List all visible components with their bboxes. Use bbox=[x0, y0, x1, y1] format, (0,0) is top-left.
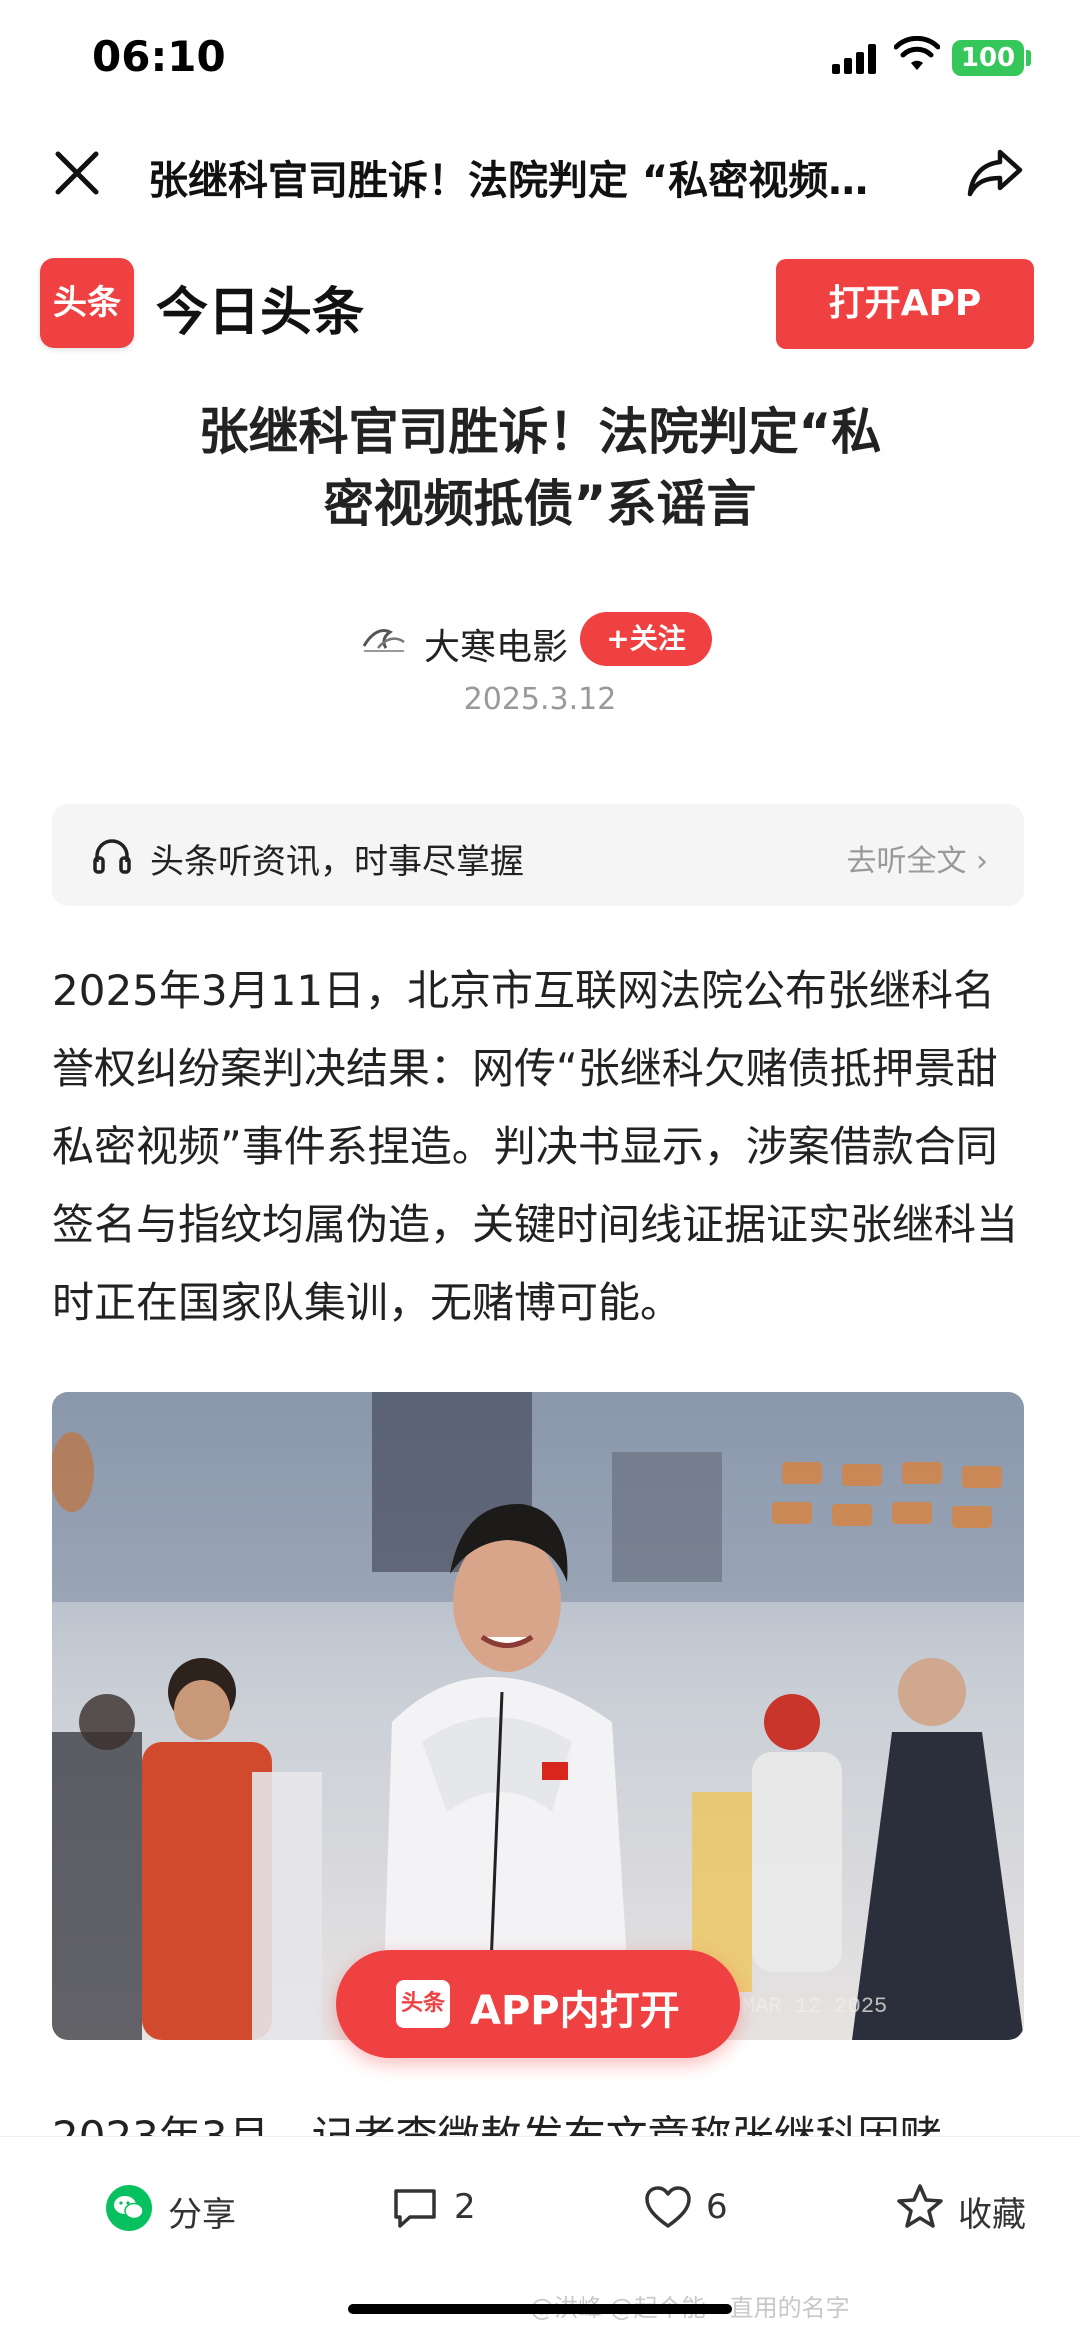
nav-bar: 张继科官司胜诉！法院判定 “私密视频… bbox=[0, 118, 1080, 228]
cellular-signal-icon bbox=[832, 44, 878, 74]
open-in-app-button[interactable]: 头条 APP内打开 bbox=[336, 1950, 740, 2058]
photo-illustration: MAR 12 2025 bbox=[52, 1392, 1024, 2040]
listen-text: 头条听资讯，时事尽掌握 bbox=[150, 842, 524, 882]
bottom-action-bar: 分享 2 6 收藏 bbox=[0, 2136, 1080, 2277]
share-label: 分享 bbox=[168, 2195, 236, 2235]
follow-button[interactable]: +关注 bbox=[580, 612, 712, 666]
battery-tip bbox=[1026, 50, 1031, 66]
brand-name: 今日头条 bbox=[156, 283, 365, 343]
comment-count: 2 bbox=[454, 2187, 476, 2227]
status-time: 06:10 bbox=[92, 32, 226, 81]
like-count: 6 bbox=[706, 2187, 728, 2227]
star-icon bbox=[897, 2184, 943, 2228]
publish-date: 2025.3.12 bbox=[463, 682, 617, 717]
headphones-icon bbox=[93, 839, 131, 874]
comment-action[interactable]: 2 bbox=[392, 2181, 512, 2237]
home-indicator[interactable] bbox=[348, 2304, 732, 2314]
nav-title: 张继科官司胜诉！法院判定 “私密视频… bbox=[148, 158, 869, 204]
wifi-icon bbox=[894, 36, 940, 70]
heart-icon bbox=[645, 2186, 691, 2228]
article-paragraph-partial: 2023年3月，记者李微敖发布文章称张继科因赌 bbox=[52, 2098, 1032, 2136]
toutiao-logo: 头条 bbox=[40, 258, 134, 348]
status-bar: 06:10 100 bbox=[0, 0, 1080, 118]
like-action[interactable]: 6 bbox=[644, 2181, 764, 2237]
article-paragraph: 2025年3月11日，北京市互联网法院公布张继科名誉权纠纷案判决结果：网传“张继… bbox=[52, 966, 1019, 1327]
share-arrow-icon[interactable] bbox=[966, 146, 1024, 200]
wechat-icon bbox=[106, 2185, 152, 2231]
photo-date-stamp: MAR 12 2025 bbox=[742, 1994, 887, 2019]
author-name[interactable]: 大寒电影 bbox=[424, 618, 568, 670]
listen-full-link[interactable]: 去听全文 › bbox=[846, 836, 988, 880]
headline-line-1: 张继科官司胜诉！法院判定“私 bbox=[198, 403, 882, 461]
article-headline: 张继科官司胜诉！法院判定“私 密视频抵债”系谣言 bbox=[150, 396, 930, 540]
battery-icon: 100 bbox=[952, 40, 1024, 76]
toutiao-mini-logo: 头条 bbox=[396, 1980, 450, 2028]
close-icon[interactable] bbox=[52, 148, 102, 198]
open-in-app-label: APP内打开 bbox=[470, 1988, 680, 2034]
listen-banner[interactable]: 头条听资讯，时事尽掌握 去听全文 › bbox=[52, 804, 1024, 906]
comment-icon bbox=[394, 2189, 436, 2228]
headline-line-2: 密视频抵债”系谣言 bbox=[323, 475, 757, 533]
share-action[interactable]: 分享 bbox=[106, 2181, 266, 2237]
article-photo[interactable]: MAR 12 2025 bbox=[52, 1392, 1024, 2040]
favorite-action[interactable]: 收藏 bbox=[896, 2181, 1046, 2237]
favorite-label: 收藏 bbox=[958, 2195, 1026, 2235]
author-logo-icon[interactable] bbox=[360, 618, 408, 658]
open-app-button[interactable]: 打开APP bbox=[776, 259, 1034, 349]
